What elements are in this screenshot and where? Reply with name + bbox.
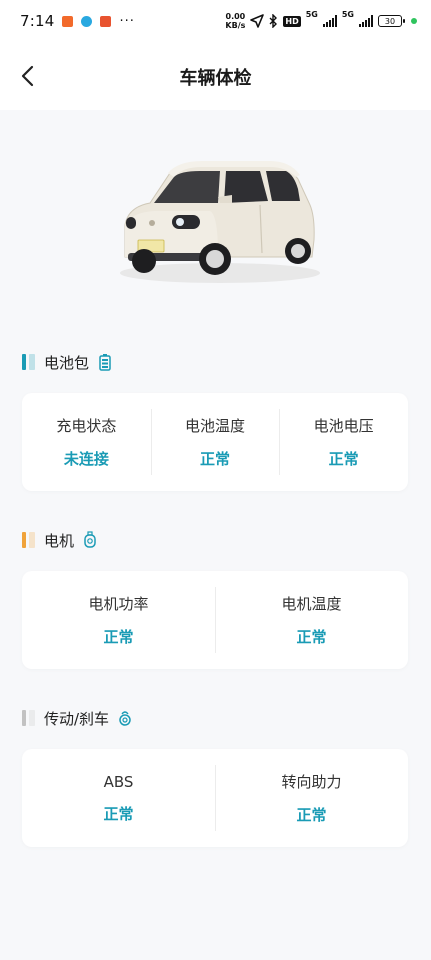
item-value: 正常	[103, 628, 134, 646]
item-value: 正常	[328, 450, 359, 468]
app-notification-icon	[100, 15, 112, 27]
nav-bar: 车辆体检	[0, 42, 431, 110]
page-title: 车辆体检	[179, 68, 252, 89]
status-bar: 7:14 ··· 0.00 KB/s HD 5G 5G 30	[0, 0, 431, 42]
car-image	[110, 145, 325, 295]
item-label: 电池温度	[185, 417, 246, 435]
item-value: 未连接	[63, 450, 109, 468]
brake-icon	[117, 709, 133, 727]
motor-icon	[82, 531, 98, 549]
item-label: 充电状态	[56, 417, 117, 435]
section-accent-bar	[29, 354, 35, 370]
battery-charge-status-item[interactable]: 充电状态 未连接	[22, 393, 151, 491]
location-arrow-icon	[250, 14, 265, 28]
section-accent-bar	[22, 354, 26, 370]
battery-pack-icon	[97, 353, 113, 371]
app-notification-icon	[62, 15, 74, 27]
section-title: 电池包	[44, 353, 90, 372]
status-time: 7:14	[20, 12, 55, 30]
section-header-motor: 电机	[22, 529, 98, 551]
motor-card: 电机功率 正常 电机温度 正常	[22, 571, 408, 669]
network-5g-tag: 5G	[305, 10, 318, 19]
item-value: 正常	[200, 450, 231, 468]
more-notifications-icon: ···	[119, 13, 135, 29]
section-title: 传动/刹车	[44, 709, 110, 728]
section-accent-bar	[22, 532, 26, 548]
item-value: 正常	[103, 804, 134, 823]
item-value: 正常	[296, 806, 327, 824]
network-speed: 0.00 KB/s	[225, 12, 245, 30]
battery-icon: 30	[378, 15, 405, 27]
motor-power-item[interactable]: 电机功率 正常	[22, 571, 215, 669]
power-steering-item[interactable]: 转向助力 正常	[215, 749, 408, 847]
section-accent-bar	[29, 532, 35, 548]
battery-card: 充电状态 未连接 电池温度 正常 电池电压 正常	[22, 393, 408, 491]
item-label: 转向助力	[281, 773, 342, 791]
section-accent-bar	[29, 710, 35, 726]
signal-icon	[322, 15, 337, 27]
item-value: 正常	[296, 628, 327, 646]
bluetooth-icon	[269, 14, 278, 28]
section-header-battery: 电池包	[22, 351, 113, 373]
network-speed-value: 0.00	[225, 12, 246, 21]
section-header-transmission: 传动/刹车	[22, 707, 133, 729]
section-accent-bar	[22, 710, 26, 726]
battery-level: 30	[384, 16, 396, 26]
network-5g-tag: 5G	[341, 10, 354, 19]
item-label: 电池电压	[313, 417, 374, 435]
abs-item[interactable]: ABS 正常	[22, 749, 215, 847]
app-notification-icon	[81, 15, 93, 27]
item-label: 电机温度	[281, 595, 342, 613]
item-label: 电机功率	[88, 595, 149, 613]
item-label: ABS	[103, 772, 134, 791]
network-speed-unit: KB/s	[225, 21, 246, 30]
section-title: 电机	[44, 531, 75, 550]
battery-temperature-item[interactable]: 电池温度 正常	[150, 393, 280, 491]
indicator-dot-icon	[411, 18, 417, 24]
motor-temperature-item[interactable]: 电机温度 正常	[215, 571, 408, 669]
signal-icon	[359, 15, 373, 27]
hd-voice-icon: HD	[283, 15, 301, 27]
transmission-card: ABS 正常 转向助力 正常	[22, 749, 408, 847]
battery-voltage-item[interactable]: 电池电压 正常	[279, 393, 408, 491]
